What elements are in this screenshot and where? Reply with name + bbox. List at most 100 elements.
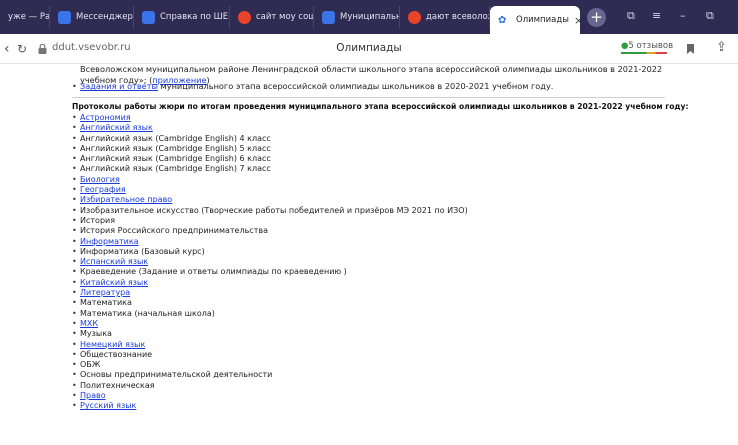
site-logo-icon: ✿	[498, 14, 507, 26]
bullet: •	[72, 174, 77, 184]
bullet: •	[72, 226, 77, 236]
minimize-icon[interactable]: –	[680, 9, 686, 22]
restore-icon[interactable]: ⧉	[706, 9, 714, 23]
share-icon[interactable]: ⇪	[716, 40, 727, 55]
bullet: •	[72, 113, 77, 122]
bullet: •	[72, 349, 77, 359]
subject-link[interactable]: Информатика	[80, 237, 139, 246]
list-item: • Английский язык (Cambridge English) 5 к…	[72, 144, 468, 154]
back-icon[interactable]: ‹	[4, 41, 10, 57]
list-item: • Обществознание	[72, 350, 468, 360]
reviews-label: 5 отзывов	[628, 41, 674, 51]
bullet: •	[72, 267, 77, 277]
tab-6[interactable]: дают всеволож	[400, 6, 490, 28]
list-item: • Право	[72, 391, 468, 401]
subject-link[interactable]: МХК	[80, 319, 98, 328]
rating-bar	[621, 52, 667, 54]
list-item: • История	[72, 216, 468, 226]
tab-strip: уже — Ра Мессенджер Справка по ШЕ сайт м…	[0, 0, 738, 34]
tab-label: Справка по ШЕ	[160, 12, 229, 22]
subject-label: История	[80, 215, 116, 225]
subject-label: Музыка	[80, 329, 112, 339]
list-item: • Информатика	[72, 237, 468, 247]
subject-link[interactable]: Астрономия	[80, 113, 131, 122]
subject-link[interactable]: Русский язык	[80, 401, 136, 410]
tab-5[interactable]: Муниципальнос	[314, 6, 400, 28]
subject-link[interactable]: Немецкий язык	[80, 340, 145, 349]
close-icon[interactable]: ×	[574, 14, 580, 27]
bullet: •	[72, 370, 77, 380]
bullet: •	[72, 236, 77, 246]
subject-label: Английский язык (Cambridge English) 7 кл…	[80, 164, 271, 174]
menu-icon[interactable]: ≡	[652, 9, 661, 22]
list-item: • Математика	[72, 298, 468, 308]
list-item: • Избирательное право	[72, 195, 468, 205]
page-content: Всеволожском муниципальном районе Ленинг…	[0, 64, 738, 445]
tab-olympiads[interactable]: ✿ Олимпиады ×	[490, 6, 580, 34]
subject-label: Математика	[80, 298, 132, 308]
bullet: •	[72, 154, 77, 164]
tab-2[interactable]: Мессенджер	[50, 6, 134, 28]
list-item: • МХК	[72, 319, 468, 329]
tab-label: дают всеволож	[426, 12, 490, 22]
subject-label: ОБЖ	[80, 360, 101, 370]
subject-label: Изобразительное искусство (Творческие ра…	[80, 205, 468, 215]
tasks-link[interactable]: Задания и ответы	[80, 81, 158, 91]
subject-link[interactable]: Право	[80, 391, 106, 400]
tab-1[interactable]: уже — Ра	[0, 6, 50, 28]
tab-label: Олимпиады	[516, 15, 569, 25]
reviews-badge[interactable]: ●5 отзывов	[621, 41, 673, 54]
divider	[72, 97, 665, 98]
bullet: •	[72, 391, 77, 401]
bookmark-icon[interactable]	[687, 44, 694, 54]
subject-link[interactable]: География	[80, 185, 126, 194]
new-tab-button[interactable]: +	[587, 8, 606, 27]
subject-label: Английский язык (Cambridge English) 5 кл…	[80, 143, 271, 153]
tab-4[interactable]: сайт моу сош 4	[230, 6, 314, 28]
subject-link[interactable]: Китайский язык	[80, 278, 148, 287]
tab-label: Муниципальнос	[340, 12, 399, 22]
yandex-icon	[408, 10, 421, 24]
bullet: •	[72, 164, 77, 174]
subject-link[interactable]: Литература	[80, 288, 130, 297]
list-item: • Немецкий язык	[72, 340, 468, 350]
list-item: • Биология	[72, 175, 468, 185]
subject-label: История Российского предпринимательства	[80, 226, 268, 236]
subject-label: Основы предпринимательской деятельности	[80, 370, 273, 380]
subject-label: Английский язык (Cambridge English) 4 кл…	[80, 133, 271, 143]
tasks-text: муниципального этапа всероссийской олимп…	[157, 81, 554, 91]
list-item: • Информатика (Базовый курс)	[72, 247, 468, 257]
bullet: •	[72, 360, 77, 370]
list-item: • Китайский язык	[72, 278, 468, 288]
list-item: • Астрономия	[72, 113, 468, 123]
bullet: •	[72, 288, 77, 298]
tabs-icon[interactable]: ⧉	[627, 9, 635, 23]
list-item: • Английский язык (Cambridge English) 7 к…	[72, 164, 468, 174]
tab-label: Мессенджер	[76, 12, 133, 22]
list-item: • География	[72, 185, 468, 195]
bullet: •	[72, 195, 77, 205]
tab-3[interactable]: Справка по ШЕ	[134, 6, 230, 28]
list-item: • Английский язык	[72, 123, 468, 133]
bullet: •	[72, 123, 77, 133]
subject-label: Английский язык (Cambridge English) 6 кл…	[80, 154, 271, 164]
bullet: •	[72, 215, 77, 225]
subject-label: Политехническая	[80, 380, 155, 390]
list-item: • Русский язык	[72, 401, 468, 411]
url-field[interactable]: ddut.vsevobr.ru	[52, 42, 131, 53]
subject-label: Информатика (Базовый курс)	[80, 246, 205, 256]
subject-link[interactable]: Английский язык	[80, 123, 153, 132]
reload-icon[interactable]: ↻	[17, 42, 27, 56]
subject-label: Обществознание	[80, 349, 153, 359]
site-icon	[322, 10, 335, 24]
subject-label: Краеведение (Задание и ответы олимпиады …	[80, 267, 347, 277]
list-item: • Изобразительное искусство (Творческие р…	[72, 206, 468, 216]
address-bar: ‹ ↻ ddut.vsevobr.ru Олимпиады ●5 отзывов…	[0, 34, 738, 64]
subject-link[interactable]: Избирательное право	[80, 195, 172, 204]
subject-link[interactable]: Испанский язык	[80, 257, 148, 266]
bullet: •	[72, 143, 77, 153]
list-item: • Математика (начальная школа)	[72, 309, 468, 319]
list-item: • Основы предпринимательской деятельности	[72, 370, 468, 380]
list-item: • Испанский язык	[72, 257, 468, 267]
subject-link[interactable]: Биология	[80, 175, 120, 184]
